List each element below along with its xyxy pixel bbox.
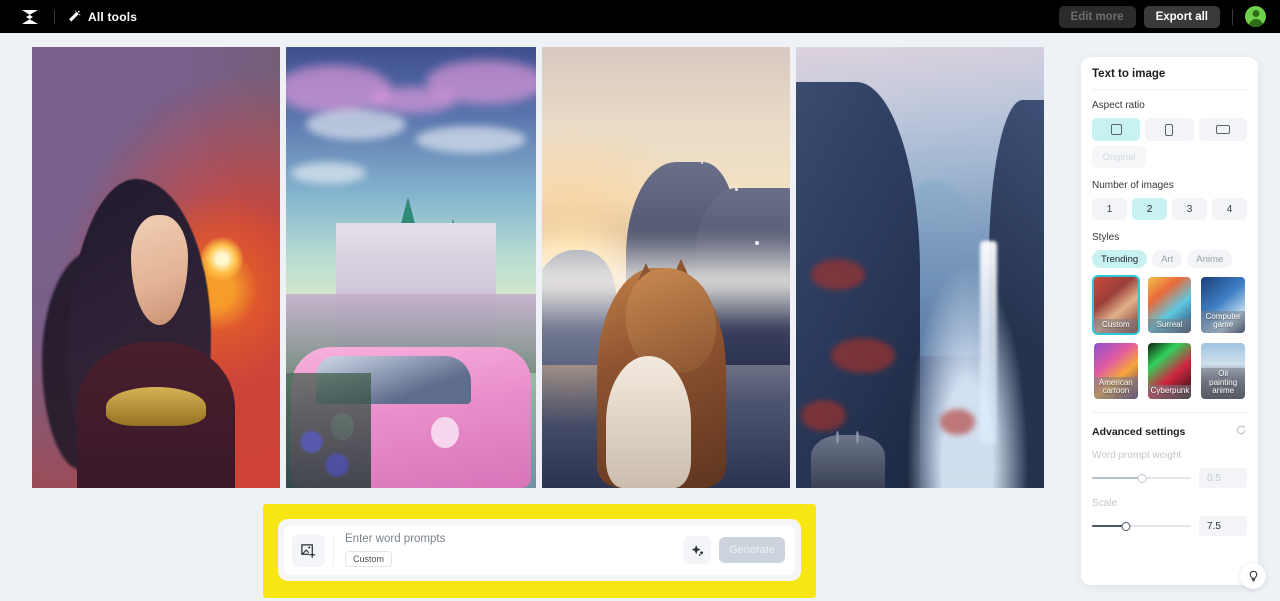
export-all-button[interactable]: Export all	[1143, 5, 1220, 28]
style-card-american-cartoon[interactable]: American cartoon	[1092, 341, 1140, 401]
artwork-castle-car	[286, 47, 536, 488]
generated-image-4[interactable]	[796, 47, 1044, 488]
square-icon	[1110, 124, 1122, 135]
number-of-images-options: 1 2 3 4	[1092, 198, 1247, 220]
style-tab-art[interactable]: Art	[1152, 250, 1183, 268]
scale-slider[interactable]	[1092, 519, 1191, 533]
style-tabs: Trending Art Anime	[1092, 250, 1247, 268]
top-bar: All tools Edit more Export all	[0, 0, 1280, 33]
style-card-cyberpunk[interactable]: Cyberpunk	[1146, 341, 1194, 401]
reset-icon[interactable]	[1235, 423, 1247, 441]
aspect-ratio-label: Aspect ratio	[1092, 100, 1145, 111]
advanced-settings-header: Advanced settings	[1092, 423, 1247, 441]
style-tab-anime[interactable]: Anime	[1187, 250, 1233, 268]
prompt-input-area[interactable]: Enter word prompts Custom	[345, 533, 683, 567]
advanced-settings-title: Advanced settings	[1092, 426, 1186, 438]
style-card-label: American cartoon	[1094, 376, 1138, 399]
word-prompt-weight-row: 0.5	[1092, 468, 1247, 488]
aspect-ratio-portrait[interactable]	[1145, 118, 1194, 141]
number-option-4[interactable]: 4	[1212, 198, 1247, 220]
number-option-1[interactable]: 1	[1092, 198, 1127, 220]
capcut-logo-icon	[22, 9, 38, 24]
panel-title: Text to image	[1092, 68, 1166, 80]
style-card-custom[interactable]: Custom	[1092, 275, 1140, 335]
prompt-bar: Enter word prompts Custom Generate	[284, 525, 795, 575]
word-prompt-weight-value: 0.5	[1199, 468, 1247, 488]
aspect-ratio-original: Original	[1092, 146, 1146, 168]
artwork-cat-mountains	[542, 47, 790, 488]
number-option-2[interactable]: 2	[1132, 198, 1167, 220]
all-tools-button[interactable]: All tools	[67, 10, 137, 24]
style-card-computer-game[interactable]: Computer game	[1199, 275, 1247, 335]
topbar-divider-2	[1232, 8, 1233, 25]
scale-row: 7.5	[1092, 516, 1247, 536]
generated-image-3[interactable]	[542, 47, 790, 488]
generate-button: Generate	[719, 537, 785, 563]
artwork-warrior-woman	[32, 47, 280, 488]
all-tools-label: All tools	[88, 9, 138, 24]
scale-value[interactable]: 7.5	[1199, 516, 1247, 536]
portrait-icon	[1165, 123, 1174, 136]
style-tab-trending[interactable]: Trending	[1092, 250, 1148, 268]
edit-more-button[interactable]: Edit more	[1058, 5, 1136, 28]
artwork-misty-valley	[796, 47, 1044, 488]
lightbulb-icon	[1249, 570, 1257, 581]
generated-image-2[interactable]	[286, 47, 536, 488]
topbar-actions: Edit more Export all	[1058, 5, 1270, 28]
app-root: All tools Edit more Export all Text to i…	[0, 0, 1280, 601]
style-card-oil-painting-anime[interactable]: Oil painting anime	[1199, 341, 1247, 401]
scale-label: Scale	[1092, 498, 1118, 509]
help-button[interactable]	[1240, 563, 1266, 589]
aspect-ratio-square[interactable]	[1092, 118, 1141, 141]
enhance-prompt-button[interactable]	[683, 536, 711, 564]
prompt-style-chip[interactable]: Custom	[345, 551, 393, 567]
generated-image-gallery	[32, 47, 1044, 488]
word-prompt-weight-slider	[1092, 471, 1191, 485]
styles-label: Styles	[1092, 232, 1120, 243]
number-option-3[interactable]: 3	[1172, 198, 1207, 220]
style-card-surreal[interactable]: Surreal	[1146, 275, 1194, 335]
style-card-label: Custom	[1094, 319, 1138, 333]
avatar[interactable]	[1245, 6, 1266, 27]
app-logo[interactable]	[10, 8, 50, 26]
prompt-bar-divider	[333, 534, 334, 566]
sparkle-icon	[691, 544, 703, 556]
generated-image-1[interactable]	[32, 47, 280, 488]
number-of-images-label: Number of images	[1092, 180, 1174, 191]
landscape-icon	[1215, 125, 1230, 134]
prompt-placeholder: Enter word prompts	[345, 533, 446, 545]
word-prompt-weight-label: Word prompt weight	[1092, 450, 1182, 461]
style-grid: Custom Surreal Computer game American ca…	[1092, 275, 1247, 401]
style-card-label: Cyberpunk	[1147, 385, 1192, 399]
image-add-button[interactable]	[292, 533, 325, 567]
aspect-ratio-options	[1092, 118, 1247, 141]
text-to-image-panel: Text to image Aspect ratio Original Numb…	[1081, 57, 1258, 585]
topbar-divider	[54, 9, 55, 24]
magic-wand-icon	[69, 9, 81, 22]
prompt-bar-container: Enter word prompts Custom Generate	[278, 519, 801, 581]
style-card-label: Surreal	[1147, 319, 1192, 333]
style-card-label: Computer game	[1201, 310, 1245, 333]
panel-divider	[1092, 89, 1247, 90]
advanced-divider	[1092, 412, 1247, 413]
style-card-label: Oil painting anime	[1201, 368, 1245, 399]
aspect-ratio-landscape[interactable]	[1198, 118, 1247, 141]
image-add-icon	[301, 543, 316, 558]
